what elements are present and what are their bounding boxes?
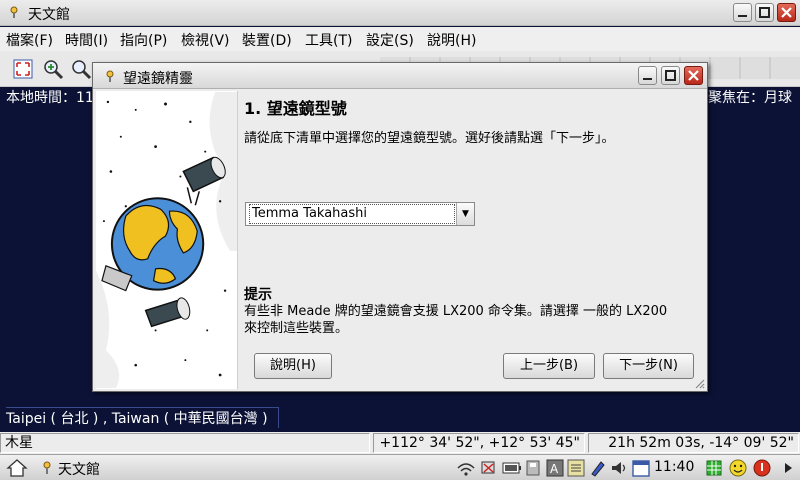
close-icon (688, 70, 699, 81)
keyboard-icon[interactable] (567, 459, 585, 477)
status-altaz: +112° 34' 52", +12° 53' 45" (373, 433, 585, 453)
dialog-title: 望遠鏡精靈 (123, 71, 193, 87)
menu-pointing[interactable]: 指向(P) (120, 30, 167, 50)
back-button[interactable]: 上一步(B) (503, 353, 595, 379)
zoom-out-icon[interactable] (70, 58, 92, 80)
menu-devices[interactable]: 裝置(D) (242, 30, 292, 50)
resize-grip-icon[interactable] (693, 377, 705, 389)
hint-title: 提示 (244, 287, 272, 303)
minimize-icon (738, 15, 747, 17)
pen-icon[interactable] (589, 459, 607, 477)
battery-icon[interactable] (502, 461, 522, 475)
menu-file[interactable]: 檔案(F) (6, 30, 53, 50)
focus-label: 聚焦在：月球 (708, 90, 792, 106)
local-time-label: 本地時間：11 (6, 90, 94, 106)
power-icon[interactable] (753, 459, 771, 477)
grid-icon[interactable] (706, 460, 722, 476)
menu-tools[interactable]: 工具(T) (305, 30, 352, 50)
status-radec: 21h 52m 03s, -14° 09' 52" (588, 433, 799, 453)
next-button[interactable]: 下一步(N) (603, 353, 694, 379)
menubar: 檔案(F) 時間(I) 指向(P) 檢視(V) 裝置(D) 工具(T) 設定(S… (0, 27, 800, 51)
fullscreen-icon[interactable] (12, 58, 34, 80)
chevron-down-icon[interactable]: ▼ (456, 203, 474, 225)
dialog-titlebar: 望遠鏡精靈 (93, 63, 707, 89)
step-description: 請從底下清單中選擇您的望遠鏡型號。選好後請點選「下一步」。 (244, 131, 615, 146)
window-title: 天文館 (28, 7, 70, 23)
telescope-wizard-dialog: 望遠鏡精靈 1. 望遠鏡型號 請從底下清單中選擇您的望遠鏡型號。選好後請點選「下… (92, 62, 708, 392)
main-titlebar: 天文館 (0, 0, 800, 26)
dialog-app-icon (106, 70, 114, 82)
telescope-model-select[interactable]: Temma Takahashi ▼ (245, 202, 475, 226)
task-app-label[interactable]: 天文館 (58, 459, 100, 479)
menu-help[interactable]: 說明(H) (427, 30, 476, 50)
menu-time[interactable]: 時間(I) (65, 30, 108, 50)
zoom-in-icon[interactable] (42, 58, 64, 80)
app-icon (10, 6, 18, 18)
maximize-icon (759, 7, 770, 18)
taskbar-clock[interactable]: 11:40 (654, 459, 694, 475)
more-arrow-icon[interactable] (782, 461, 794, 475)
maximize-button[interactable] (755, 3, 774, 22)
location-label: Taipei ( 台北 ) , Taiwan ( 中華民國台灣 ) (6, 407, 279, 428)
svg-text:A: A (550, 462, 559, 476)
home-icon[interactable] (6, 458, 28, 478)
help-button[interactable]: 說明(H) (254, 353, 332, 379)
menu-view[interactable]: 檢視(V) (181, 30, 230, 50)
status-object: 木星 (0, 433, 370, 453)
close-button[interactable] (777, 3, 796, 22)
calendar-icon[interactable] (631, 458, 651, 478)
wizard-illustration (96, 91, 238, 389)
telescope-model-value: Temma Takahashi (249, 204, 455, 224)
menu-settings[interactable]: 設定(S) (366, 30, 414, 50)
dialog-maximize-button[interactable] (661, 66, 680, 85)
wifi-icon[interactable] (455, 459, 477, 477)
maximize-icon (665, 70, 676, 81)
volume-icon[interactable] (610, 459, 628, 477)
taskbar: 天文館 A 11:40 (0, 454, 800, 480)
hint-text: 有些非 Meade 牌的望遠鏡會支援 LX200 命令集。請選擇 一般的 LX2… (244, 303, 704, 337)
input-method-icon[interactable]: A (546, 459, 564, 477)
statusbar: 木星 +112° 34' 52", +12° 53' 45" 21h 52m 0… (0, 432, 800, 454)
close-icon (781, 7, 792, 18)
step-heading: 1. 望遠鏡型號 (244, 99, 347, 118)
dialog-minimize-button[interactable] (638, 66, 657, 85)
dialog-close-button[interactable] (684, 66, 703, 85)
minimize-icon (643, 78, 652, 80)
smiley-icon[interactable] (729, 459, 747, 477)
storage-icon[interactable] (525, 459, 541, 477)
hint-line-2: 來控制這些裝置。 (244, 321, 349, 336)
hint-line-1: 有些非 Meade 牌的望遠鏡會支援 LX200 命令集。請選擇 一般的 LX2… (244, 304, 668, 319)
minimize-button[interactable] (733, 3, 752, 22)
network-icon[interactable] (480, 459, 498, 477)
task-app-icon (43, 461, 51, 474)
